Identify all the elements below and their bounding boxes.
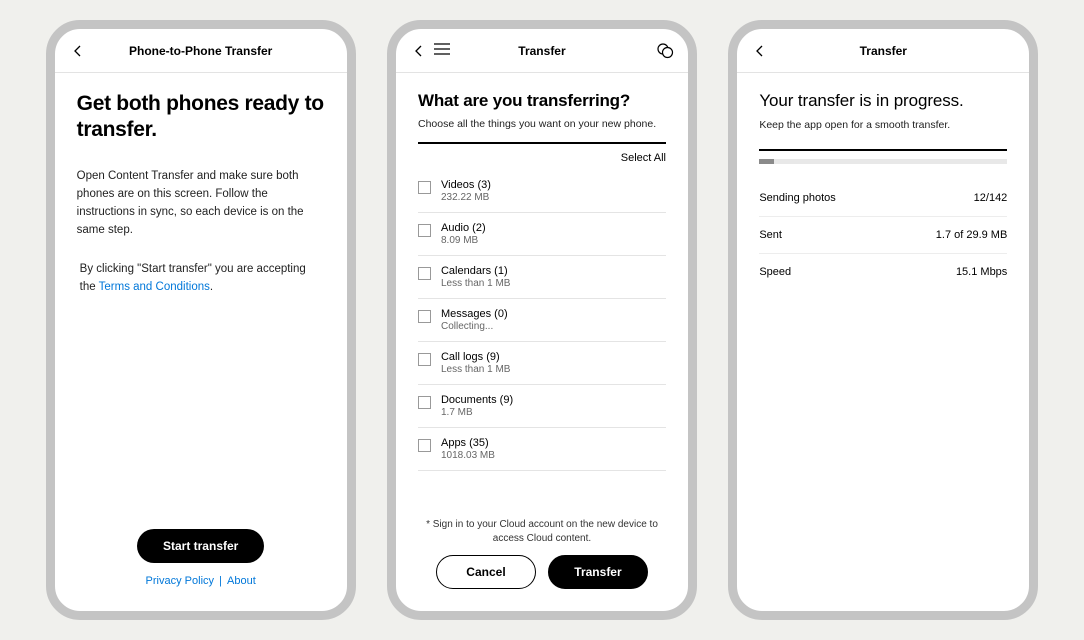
list-item[interactable]: Documents (9) 1.7 MB <box>418 385 666 428</box>
checkbox[interactable] <box>418 353 431 366</box>
page-title: Phone-to-Phone Transfer <box>55 44 347 58</box>
item-detail: Less than 1 MB <box>441 364 510 375</box>
phone-screen-2: Transfer What are you transferring? Choo… <box>387 20 697 620</box>
terms-link[interactable]: Terms and Conditions <box>99 281 210 293</box>
checkbox[interactable] <box>418 439 431 452</box>
stat-row: Speed 15.1 Mbps <box>759 254 1007 290</box>
item-label: Apps (35) <box>441 437 495 449</box>
stat-value: 15.1 Mbps <box>956 266 1007 278</box>
screen-subtext: Keep the app open for a smooth transfer. <box>759 119 1007 131</box>
phone-screen-3: Transfer Your transfer is in progress. K… <box>728 20 1038 620</box>
stat-label: Speed <box>759 266 791 278</box>
item-label: Videos (3) <box>441 179 491 191</box>
item-detail: 8.09 MB <box>441 235 486 246</box>
footer: Start transfer Privacy Policy | About <box>77 529 325 593</box>
stat-label: Sent <box>759 229 782 241</box>
checkbox[interactable] <box>418 310 431 323</box>
content-area: Your transfer is in progress. Keep the a… <box>737 73 1029 611</box>
divider <box>418 142 666 144</box>
phone-screen-1: Phone-to-Phone Transfer Get both phones … <box>46 20 356 620</box>
progress-fill <box>759 159 774 164</box>
stat-label: Sending photos <box>759 192 835 204</box>
item-detail: 1018.03 MB <box>441 450 495 461</box>
transfer-button[interactable]: Transfer <box>548 555 648 589</box>
privacy-link[interactable]: Privacy Policy <box>146 575 214 587</box>
instruction-text: Open Content Transfer and make sure both… <box>77 168 325 239</box>
stat-value: 1.7 of 29.9 MB <box>936 229 1008 241</box>
item-label: Messages (0) <box>441 308 508 320</box>
start-transfer-button[interactable]: Start transfer <box>137 529 264 563</box>
cloud-note: * Sign in to your Cloud account on the n… <box>418 518 666 545</box>
list-item[interactable]: Videos (3) 232.22 MB <box>418 170 666 213</box>
screen-heading: What are you transferring? <box>418 91 666 111</box>
screen-subtext: Choose all the things you want on your n… <box>418 118 666 130</box>
list-item[interactable]: Calendars (1) Less than 1 MB <box>418 256 666 299</box>
terms-suffix: . <box>210 281 213 293</box>
page-title: Transfer <box>737 44 1029 58</box>
item-detail: 1.7 MB <box>441 407 513 418</box>
screen-heading: Your transfer is in progress. <box>759 91 1007 111</box>
header: Transfer <box>737 29 1029 73</box>
separator: | <box>216 575 225 587</box>
list-item[interactable]: Apps (35) 1018.03 MB <box>418 428 666 471</box>
item-detail: Less than 1 MB <box>441 278 510 289</box>
list-item[interactable]: Messages (0) Collecting... <box>418 299 666 342</box>
stat-row: Sending photos 12/142 <box>759 180 1007 217</box>
button-row: Cancel Transfer <box>418 555 666 589</box>
item-label: Documents (9) <box>441 394 513 406</box>
about-link[interactable]: About <box>227 575 256 587</box>
header: Phone-to-Phone Transfer <box>55 29 347 73</box>
content-area: Get both phones ready to transfer. Open … <box>55 73 347 611</box>
item-detail: 232.22 MB <box>441 192 491 203</box>
page-title: Transfer <box>396 44 688 58</box>
stat-value: 12/142 <box>974 192 1008 204</box>
checkbox[interactable] <box>418 396 431 409</box>
select-all-row: Select All <box>418 150 666 170</box>
progress-bar <box>759 159 1007 164</box>
stat-row: Sent 1.7 of 29.9 MB <box>759 217 1007 254</box>
checkbox[interactable] <box>418 224 431 237</box>
select-all-link[interactable]: Select All <box>621 152 666 164</box>
screen-heading: Get both phones ready to transfer. <box>77 91 325 142</box>
footer-links: Privacy Policy | About <box>77 575 325 587</box>
content-area: What are you transferring? Choose all th… <box>396 73 688 611</box>
item-label: Call logs (9) <box>441 351 510 363</box>
cancel-button[interactable]: Cancel <box>436 555 536 589</box>
divider <box>759 149 1007 151</box>
item-label: Calendars (1) <box>441 265 510 277</box>
list-item[interactable]: Call logs (9) Less than 1 MB <box>418 342 666 385</box>
item-label: Audio (2) <box>441 222 486 234</box>
header: Transfer <box>396 29 688 73</box>
list-item[interactable]: Audio (2) 8.09 MB <box>418 213 666 256</box>
checkbox[interactable] <box>418 267 431 280</box>
terms-text: By clicking "Start transfer" you are acc… <box>80 261 325 297</box>
item-detail: Collecting... <box>441 321 508 332</box>
checkbox[interactable] <box>418 181 431 194</box>
